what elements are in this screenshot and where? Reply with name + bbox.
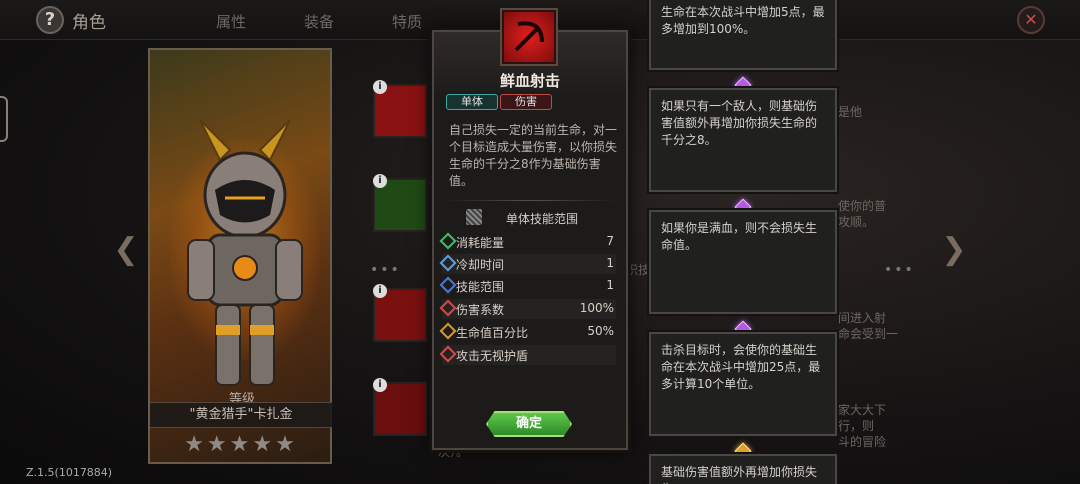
stat-hp-percent: 生命值百分比 50% xyxy=(439,322,616,342)
range-grid-icon xyxy=(466,209,482,225)
range-label: 单体技能范围 xyxy=(506,212,579,226)
background-text: 是他 xyxy=(838,105,863,119)
close-button[interactable]: ✕ xyxy=(1017,6,1045,34)
stat-value: 1 xyxy=(606,278,614,292)
stat-label: 冷却时间 xyxy=(456,258,505,272)
tooltip-card-1: 生命在本次战斗中增加5点，最多增加到100%。 xyxy=(649,0,837,70)
ignore-shield-icon xyxy=(439,345,457,363)
tooltip-card-4: 击杀目标时，会使你的基础生命在本次战斗中增加25点，最多计算10个单位。 xyxy=(649,332,837,436)
confirm-button[interactable]: 确定 xyxy=(486,411,572,437)
hero-portrait xyxy=(187,120,303,386)
version-label: Z.1.5(1017884) xyxy=(26,466,113,479)
info-icon[interactable]: i xyxy=(373,80,387,94)
background-text: 识技 xyxy=(626,263,651,277)
next-hero-arrow-icon[interactable]: ❯ xyxy=(936,232,972,268)
tooltip-card-5: 基础伤害值额外再增加你损失生 xyxy=(649,454,837,484)
skill-name: 鲜血射击 xyxy=(499,72,560,90)
hp-percent-icon xyxy=(439,322,457,340)
stat-value: 50% xyxy=(587,324,614,338)
prev-hero-arrow-icon[interactable]: ❮ xyxy=(108,232,144,268)
tooltip-card-2: 如果只有一个敌人，则基础伤害值额外再增加你损失生命的千分之8。 xyxy=(649,88,837,192)
stat-value: 1 xyxy=(606,256,614,270)
stat-value: 100% xyxy=(579,301,614,315)
info-icon[interactable]: i xyxy=(373,174,387,188)
stat-label: 生命值百分比 xyxy=(456,326,529,340)
tab-attributes[interactable]: 属性 xyxy=(216,11,246,32)
energy-icon xyxy=(439,232,457,250)
stat-label: 技能范围 xyxy=(456,280,505,294)
stat-energy-cost: 消耗能量 7 xyxy=(439,232,616,252)
hero-stars: ★★★★★ xyxy=(184,432,298,457)
stat-label: 伤害系数 xyxy=(456,303,505,317)
help-icon[interactable]: ? xyxy=(36,6,64,34)
side-tab-handle[interactable] xyxy=(0,96,8,142)
skill-description: 自己损失一定的当前生命，对一个目标造成大量伤害，以你损失生命的千分之8作为基础伤… xyxy=(449,123,618,188)
info-icon[interactable]: i xyxy=(373,284,387,298)
range-icon xyxy=(439,276,457,294)
stat-range: 技能范围 1 xyxy=(439,276,616,296)
divider xyxy=(446,200,616,201)
info-icon[interactable]: i xyxy=(373,378,387,392)
tag-damage: 伤害 xyxy=(500,94,552,110)
stat-label: 消耗能量 xyxy=(456,236,505,250)
tag-single-target: 单体 xyxy=(446,94,498,110)
stat-label: 攻击无视护盾 xyxy=(456,349,529,363)
divider-dots: ••• xyxy=(370,262,401,278)
stat-ignore-shield: 攻击无视护盾 xyxy=(439,345,616,365)
blood-shot-skill-icon xyxy=(502,10,556,64)
tab-equipment[interactable]: 装备 xyxy=(304,11,334,32)
background-text: 间进入射 命会受到一 xyxy=(838,311,899,341)
divider-dots: ••• xyxy=(884,262,915,278)
stat-value: 7 xyxy=(606,234,614,248)
sickle-icon xyxy=(514,21,544,52)
damage-icon xyxy=(439,299,457,317)
tooltip-card-3: 如果你是满血，则不会损失生命值。 xyxy=(649,210,837,314)
stat-damage-coefficient: 伤害系数 100% xyxy=(439,299,616,319)
cooldown-icon xyxy=(439,254,457,272)
tab-traits[interactable]: 特质 xyxy=(392,11,422,32)
hero-name: "黄金猎手"卡扎金 xyxy=(150,402,332,428)
background-text: 家大大下 行，则 斗的冒险 xyxy=(838,403,887,449)
stat-cooldown: 冷却时间 1 xyxy=(439,254,616,274)
background-text: 使你的普 攻顺。 xyxy=(838,199,887,229)
page-title: 角色 xyxy=(72,13,106,33)
